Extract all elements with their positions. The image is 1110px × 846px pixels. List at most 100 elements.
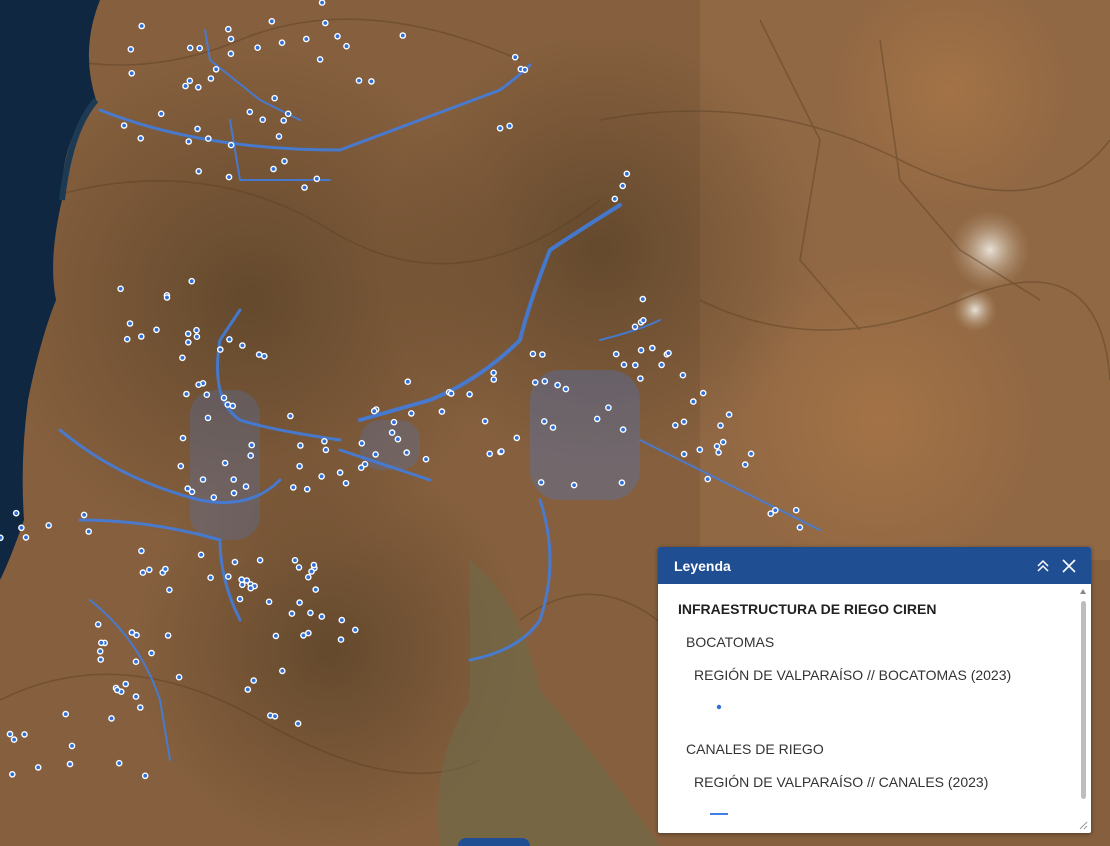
bocatoma-point[interactable] bbox=[18, 524, 25, 532]
bocatoma-point[interactable] bbox=[166, 586, 173, 594]
bocatoma-point[interactable] bbox=[21, 731, 28, 738]
bocatoma-point[interactable] bbox=[297, 442, 304, 449]
bocatoma-point[interactable] bbox=[291, 557, 299, 564]
bocatoma-point[interactable] bbox=[593, 415, 601, 423]
bocatoma-point[interactable] bbox=[289, 484, 297, 491]
bocatoma-point[interactable] bbox=[481, 417, 489, 425]
bocatoma-point[interactable] bbox=[338, 616, 346, 624]
bocatoma-point[interactable] bbox=[619, 426, 627, 433]
bocatoma-point[interactable] bbox=[271, 713, 279, 720]
legend-scrollbar[interactable] bbox=[1080, 589, 1087, 833]
bocatoma-point[interactable] bbox=[221, 459, 229, 467]
bocatoma-point[interactable] bbox=[281, 157, 288, 165]
collapse-button[interactable] bbox=[1033, 556, 1053, 576]
bocatoma-point[interactable] bbox=[388, 429, 396, 436]
bocatoma-point[interactable] bbox=[117, 285, 124, 293]
bocatoma-point[interactable] bbox=[247, 452, 254, 459]
bocatoma-point[interactable] bbox=[300, 632, 307, 639]
bocatoma-point[interactable] bbox=[96, 648, 104, 655]
bocatoma-point[interactable] bbox=[224, 25, 232, 33]
bocatoma-point[interactable] bbox=[372, 451, 379, 458]
bocatoma-point[interactable] bbox=[186, 44, 194, 52]
bocatoma-point[interactable] bbox=[248, 441, 255, 449]
bocatoma-point[interactable] bbox=[351, 626, 359, 634]
bocatoma-point[interactable] bbox=[195, 381, 202, 389]
bocatoma-point[interactable] bbox=[68, 742, 76, 750]
bocatoma-point[interactable] bbox=[238, 576, 245, 583]
bocatoma-point[interactable] bbox=[12, 509, 20, 517]
bocatoma-point[interactable] bbox=[368, 78, 375, 85]
bocatoma-point[interactable] bbox=[128, 629, 136, 636]
bocatoma-point[interactable] bbox=[132, 658, 140, 666]
bocatoma-point[interactable] bbox=[153, 326, 160, 334]
bocatoma-point[interactable] bbox=[138, 22, 145, 30]
bocatoma-point[interactable] bbox=[34, 764, 42, 771]
bocatoma-point[interactable] bbox=[137, 333, 145, 340]
bocatoma-point[interactable] bbox=[212, 66, 220, 73]
bocatoma-point[interactable] bbox=[310, 561, 318, 569]
bocatoma-point[interactable] bbox=[238, 581, 246, 589]
bocatoma-point[interactable] bbox=[399, 32, 407, 39]
bocatoma-point[interactable] bbox=[272, 632, 280, 640]
bocatoma-point[interactable] bbox=[316, 56, 324, 63]
bocatoma-point[interactable] bbox=[62, 710, 69, 718]
bocatoma-point[interactable] bbox=[466, 390, 473, 398]
bocatoma-point[interactable] bbox=[225, 173, 233, 181]
bocatoma-point[interactable] bbox=[747, 450, 755, 458]
bocatoma-point[interactable] bbox=[0, 534, 4, 542]
bocatoma-point[interactable] bbox=[207, 574, 214, 582]
bocatoma-point[interactable] bbox=[260, 352, 268, 360]
bocatoma-point[interactable] bbox=[513, 434, 521, 442]
bocatoma-point[interactable] bbox=[649, 344, 656, 352]
bocatoma-point[interactable] bbox=[792, 506, 800, 514]
bocatoma-point[interactable] bbox=[506, 122, 513, 130]
bocatoma-point[interactable] bbox=[179, 434, 187, 442]
bocatoma-point[interactable] bbox=[247, 584, 254, 592]
bocatoma-point[interactable] bbox=[719, 438, 727, 446]
bocatoma-point[interactable] bbox=[193, 333, 201, 341]
close-button[interactable] bbox=[1059, 556, 1079, 576]
bocatoma-point[interactable] bbox=[337, 636, 345, 643]
bocatoma-point[interactable] bbox=[521, 66, 529, 74]
bocatoma-point[interactable] bbox=[94, 621, 102, 628]
bocatoma-point[interactable] bbox=[357, 464, 365, 472]
bocatoma-point[interactable] bbox=[302, 35, 310, 43]
bocatoma-point[interactable] bbox=[318, 473, 325, 480]
bocatoma-point[interactable] bbox=[132, 693, 140, 700]
bocatoma-point[interactable] bbox=[244, 686, 252, 693]
bocatoma-point[interactable] bbox=[390, 418, 398, 426]
bocatoma-point[interactable] bbox=[637, 346, 645, 354]
bocatoma-point[interactable] bbox=[45, 522, 53, 529]
bocatoma-point[interactable] bbox=[284, 110, 292, 118]
bocatoma-point[interactable] bbox=[278, 667, 286, 675]
bocatoma-point[interactable] bbox=[307, 609, 314, 617]
bocatoma-point[interactable] bbox=[295, 564, 303, 571]
bocatoma-point[interactable] bbox=[9, 771, 16, 778]
bocatoma-point[interactable] bbox=[336, 469, 344, 476]
bocatoma-point[interactable] bbox=[767, 510, 775, 518]
bocatoma-point[interactable] bbox=[139, 569, 147, 576]
bocatoma-point[interactable] bbox=[605, 404, 612, 412]
bocatoma-point[interactable] bbox=[197, 551, 205, 559]
bocatoma-point[interactable] bbox=[321, 19, 329, 27]
bocatoma-point[interactable] bbox=[66, 760, 74, 768]
bocatoma-point[interactable] bbox=[224, 573, 232, 580]
bocatoma-point[interactable] bbox=[85, 528, 92, 535]
bocatoma-point[interactable] bbox=[175, 673, 183, 681]
bocatoma-point[interactable] bbox=[177, 462, 185, 470]
bocatoma-point[interactable] bbox=[343, 42, 350, 50]
bocatoma-point[interactable] bbox=[358, 439, 366, 447]
bocatoma-point[interactable] bbox=[287, 412, 294, 420]
bocatoma-point[interactable] bbox=[490, 369, 497, 377]
resize-handle-icon[interactable] bbox=[1078, 820, 1088, 830]
bocatoma-point[interactable] bbox=[193, 326, 200, 334]
bocatoma-point[interactable] bbox=[141, 772, 149, 780]
bocatoma-point[interactable] bbox=[194, 125, 201, 133]
bocatoma-point[interactable] bbox=[496, 125, 504, 132]
bocatoma-point[interactable] bbox=[438, 408, 446, 415]
bocatoma-point[interactable] bbox=[236, 595, 244, 603]
bocatoma-point[interactable] bbox=[619, 182, 627, 190]
bocatoma-point[interactable] bbox=[184, 330, 192, 338]
bocatoma-point[interactable] bbox=[717, 422, 724, 429]
bocatoma-point[interactable] bbox=[80, 511, 88, 519]
